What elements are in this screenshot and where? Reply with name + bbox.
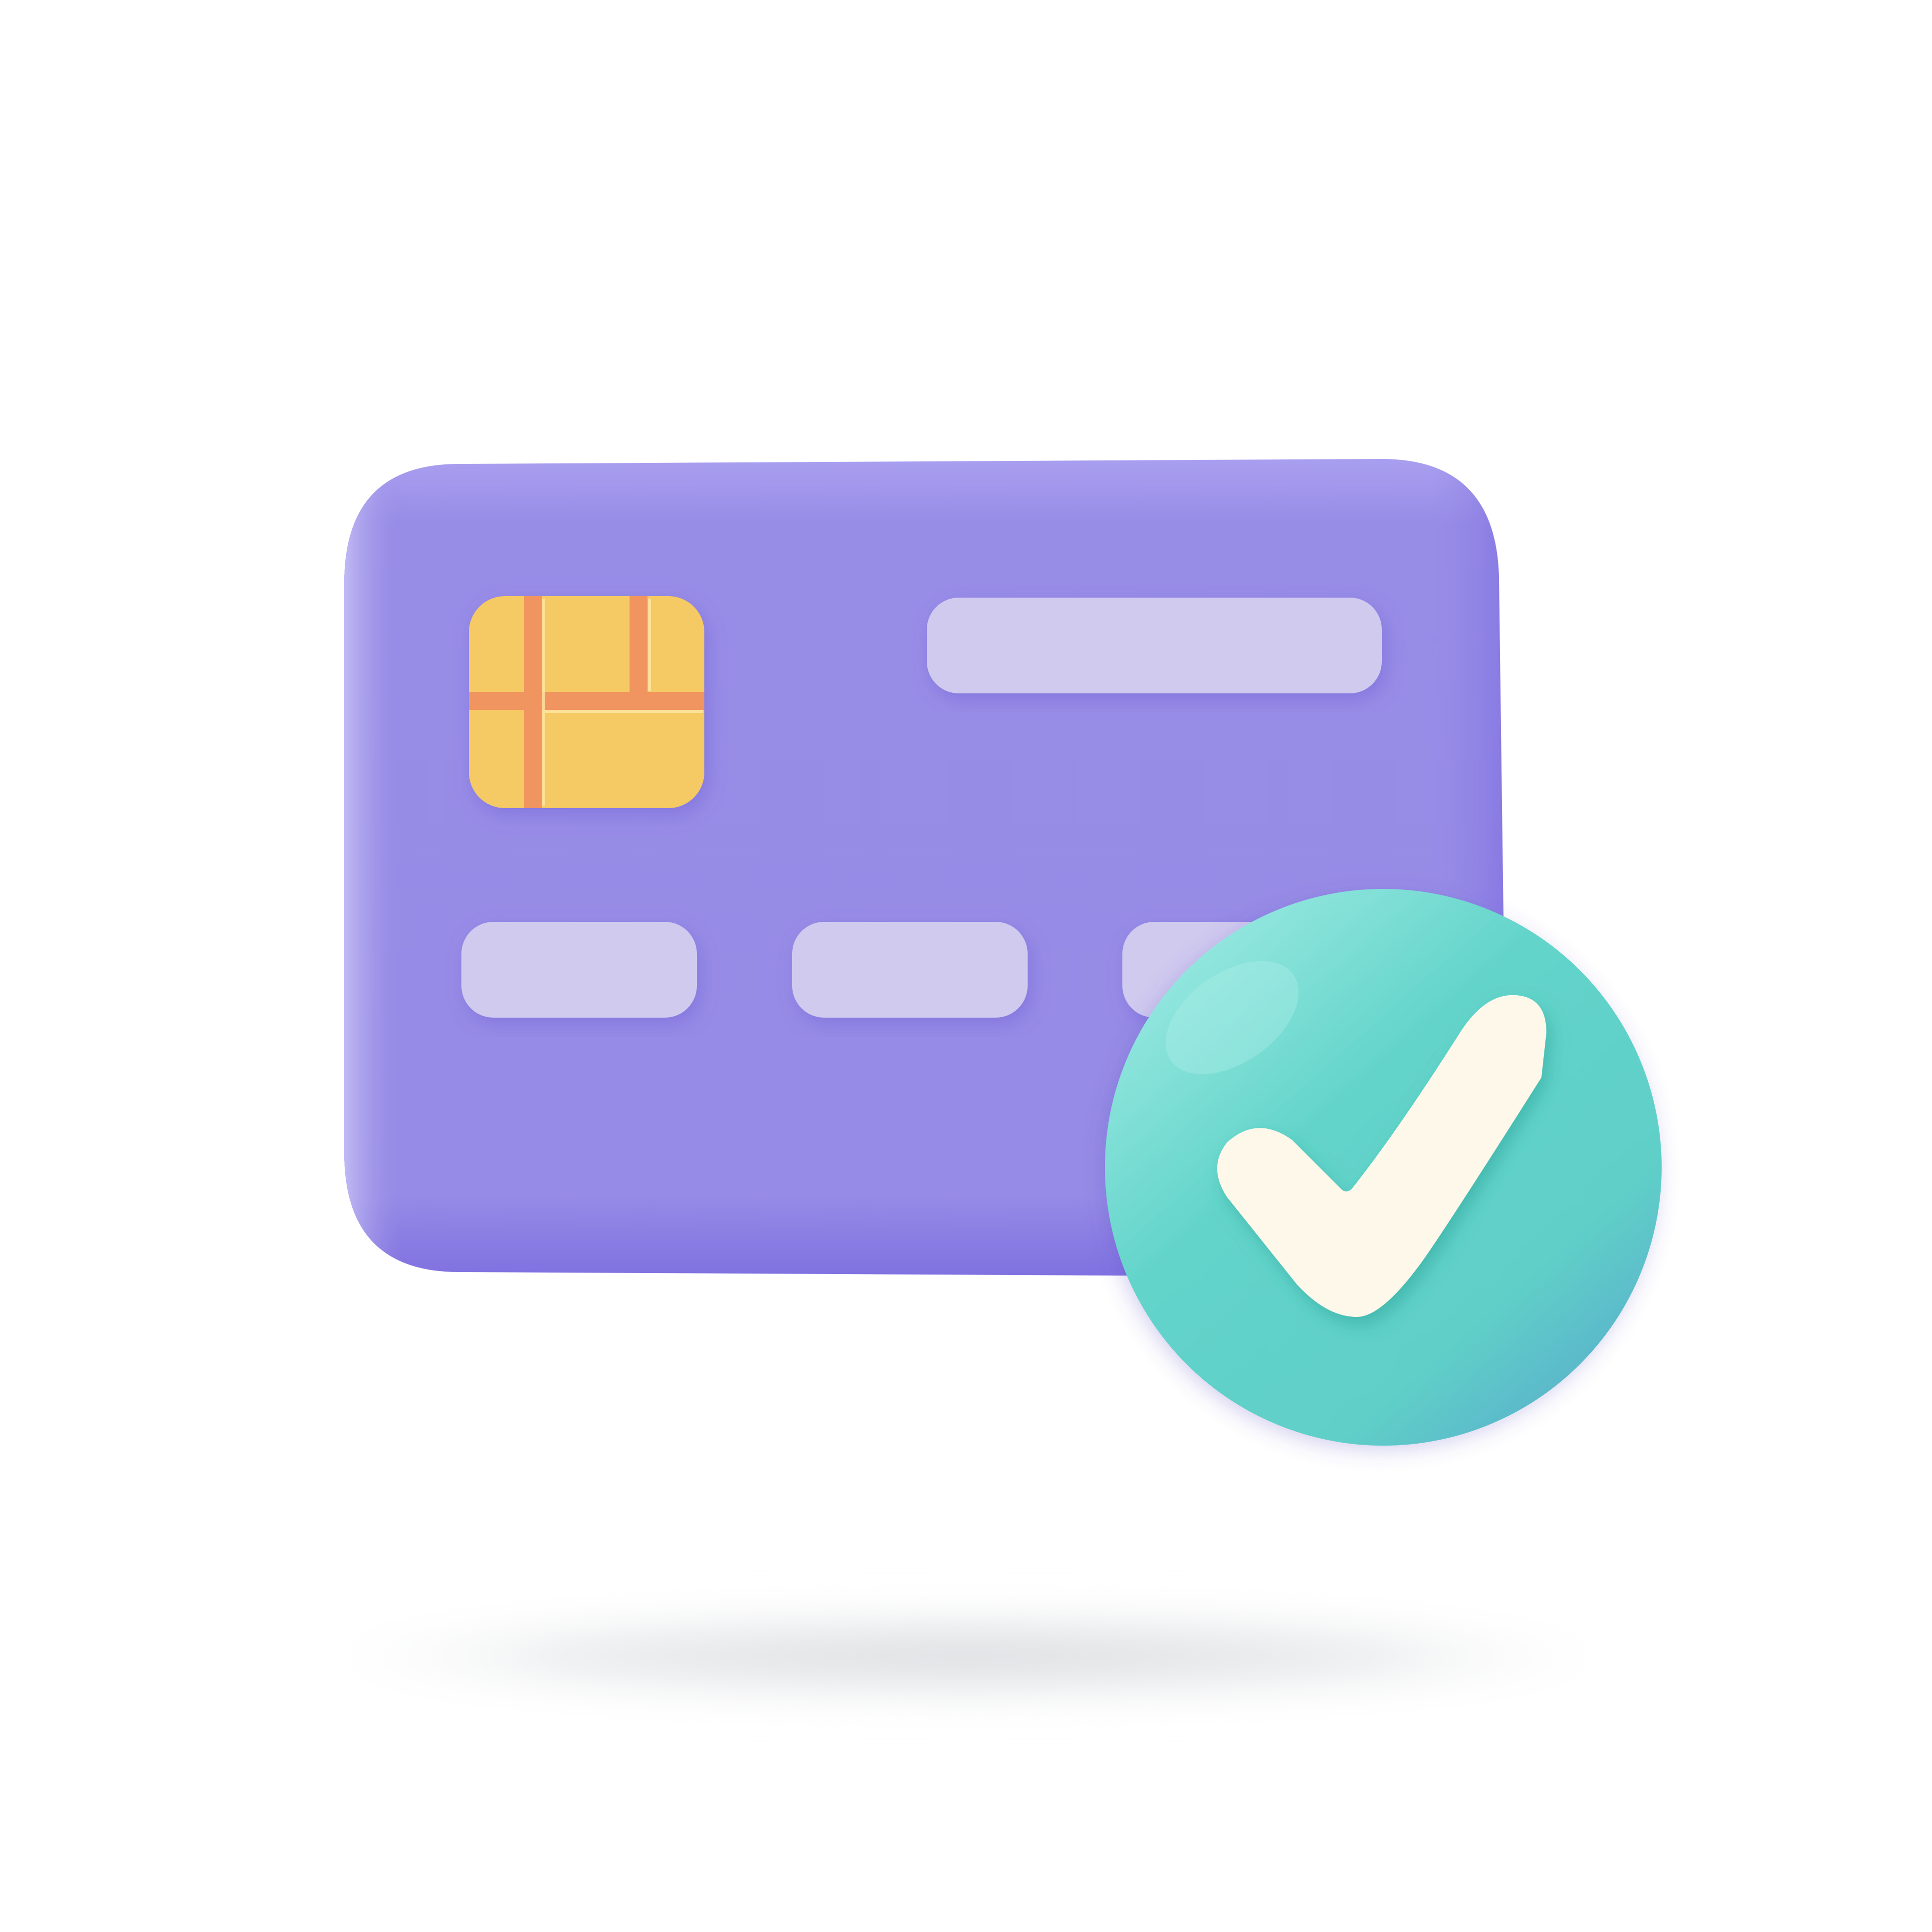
card-holder-field [927,598,1382,693]
card-chip-icon [469,596,704,808]
card-number-block-2 [792,922,1028,1018]
verified-card-illustration [269,459,1666,1704]
check-badge-icon [1105,889,1662,1446]
illustration-stage [0,0,1932,1932]
card-number-block-1 [461,922,697,1018]
floor-shadow [269,1609,1666,1704]
